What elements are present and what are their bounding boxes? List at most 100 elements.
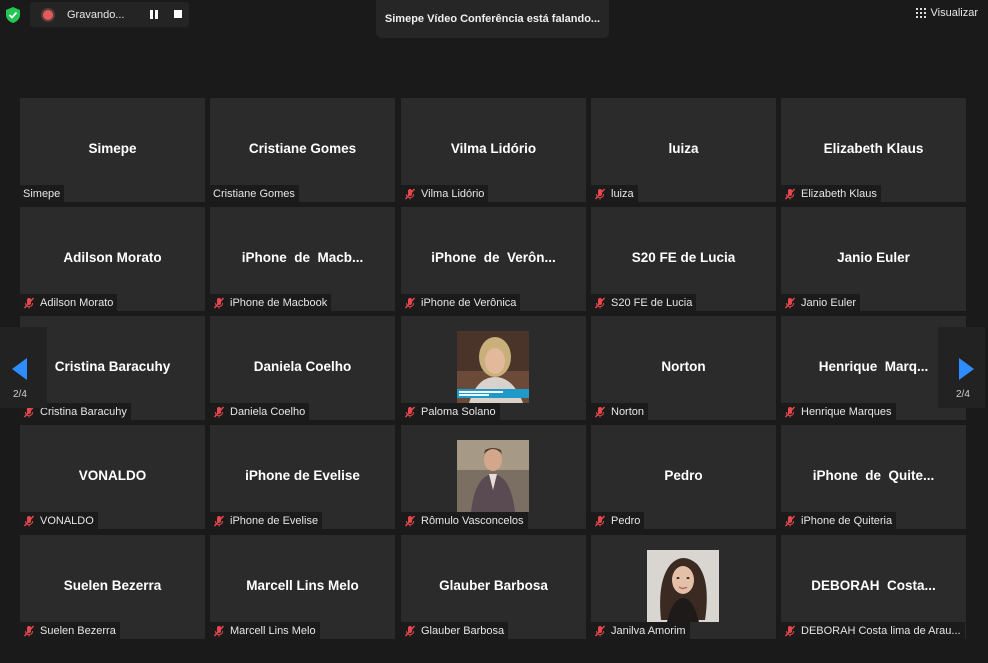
participant-label-text: Simepe: [23, 187, 61, 200]
participant-label-text: Cristiane Gomes: [213, 187, 295, 200]
participant-name-label: Janilva Amorim: [591, 622, 690, 639]
participant-name-label: iPhone de Evelise: [210, 512, 323, 529]
participant-display-name: Daniela Coelho: [253, 359, 352, 374]
participant-label-text: Paloma Solano: [421, 405, 496, 418]
participant-tile[interactable]: Adilson Morato Adilson Morato: [20, 207, 205, 311]
participant-name-label: Adilson Morato: [20, 294, 118, 311]
participant-display-name: Adilson Morato: [63, 250, 162, 265]
participant-label-text: Janilva Amorim: [611, 624, 686, 637]
participant-tile[interactable]: Janio Euler Janio Euler: [781, 207, 966, 311]
participant-tile[interactable]: Rômulo Vasconcelos: [401, 425, 586, 529]
participant-avatar: [457, 331, 529, 403]
participant-display-name: Cristiane Gomes: [248, 141, 357, 156]
participant-name-label: Glauber Barbosa: [401, 622, 509, 639]
participant-tile[interactable]: iPhone de Verôn... iPhone de Verônica: [401, 207, 586, 311]
participant-tile[interactable]: Marcell Lins Melo Marcell Lins Melo: [210, 535, 395, 639]
participant-tile[interactable]: S20 FE de Lucia S20 FE de Lucia: [591, 207, 776, 311]
participant-tile[interactable]: iPhone de Quite... iPhone de Quiteria: [781, 425, 966, 529]
participant-label-text: Glauber Barbosa: [421, 624, 505, 637]
security-shield-icon[interactable]: [6, 7, 20, 23]
participant-tile[interactable]: Daniela Coelho Daniela Coelho: [210, 316, 395, 420]
muted-mic-icon: [784, 625, 796, 637]
participant-tile[interactable]: Suelen Bezerra Suelen Bezerra: [20, 535, 205, 639]
muted-mic-icon: [404, 625, 416, 637]
participant-display-name: Vilma Lidório: [450, 141, 537, 156]
participant-display-name: Norton: [661, 359, 706, 374]
participant-name-label: luiza: [591, 185, 638, 202]
participant-label-text: iPhone de Quiteria: [801, 514, 893, 527]
participant-label-text: Suelen Bezerra: [40, 624, 116, 637]
muted-mic-icon: [23, 625, 35, 637]
participant-display-name: luiza: [668, 141, 699, 156]
participant-display-name: iPhone de Quite...: [812, 468, 935, 483]
participant-tile[interactable]: Norton Norton: [591, 316, 776, 420]
participant-tile[interactable]: DEBORAH Costa... DEBORAH Costa lima de Ar…: [781, 535, 966, 639]
participant-label-text: Adilson Morato: [40, 296, 114, 309]
participant-label-text: Rômulo Vasconcelos: [421, 514, 524, 527]
participant-label-text: Norton: [611, 405, 645, 418]
participant-display-name: VONALDO: [78, 468, 147, 483]
participant-tile[interactable]: luiza luiza: [591, 98, 776, 202]
participant-label-text: DEBORAH Costa lima de Arau...: [801, 624, 961, 637]
participant-tile[interactable]: Elizabeth Klaus Elizabeth Klaus: [781, 98, 966, 202]
muted-mic-icon: [594, 188, 606, 200]
page-indicator-right: 2/4: [956, 389, 970, 400]
participant-label-text: Pedro: [611, 514, 641, 527]
participant-name-label: iPhone de Verônica: [401, 294, 521, 311]
participant-tile[interactable]: Cristina Baracuhy Cristina Baracuhy: [20, 316, 205, 420]
participant-tile[interactable]: iPhone de Macb... iPhone de Macbook: [210, 207, 395, 311]
participant-tile[interactable]: Pedro Pedro: [591, 425, 776, 529]
muted-mic-icon: [784, 515, 796, 527]
participant-display-name: S20 FE de Lucia: [631, 250, 736, 265]
participant-label-text: Marcell Lins Melo: [230, 624, 316, 637]
participant-tile[interactable]: Cristiane Gomes Cristiane Gomes: [210, 98, 395, 202]
participant-label-text: iPhone de Macbook: [230, 296, 328, 309]
participant-name-label: Simepe: [20, 185, 65, 202]
participant-label-text: VONALDO: [40, 514, 94, 527]
participant-name-label: Daniela Coelho: [210, 403, 310, 420]
view-button-label: Visualizar: [930, 7, 979, 19]
participant-name-label: VONALDO: [20, 512, 98, 529]
participant-tile[interactable]: Glauber Barbosa Glauber Barbosa: [401, 535, 586, 639]
participant-tile[interactable]: VONALDO VONALDO: [20, 425, 205, 529]
participant-tile[interactable]: Simepe Simepe: [20, 98, 205, 202]
participant-tile[interactable]: Vilma Lidório Vilma Lidório: [401, 98, 586, 202]
participant-label-text: Cristina Baracuhy: [40, 405, 127, 418]
participant-label-text: luiza: [611, 187, 634, 200]
participant-name-label: Janio Euler: [781, 294, 861, 311]
participant-display-name: iPhone de Evelise: [245, 468, 360, 483]
stop-recording-button[interactable]: [174, 10, 182, 18]
muted-mic-icon: [213, 625, 225, 637]
participant-name-label: Suelen Bezerra: [20, 622, 120, 639]
pause-recording-button[interactable]: [150, 10, 159, 19]
participant-tile[interactable]: Janilva Amorim: [591, 535, 776, 639]
next-page-button[interactable]: 2/4: [938, 327, 985, 408]
view-button[interactable]: Visualizar: [915, 7, 979, 19]
muted-mic-icon: [404, 406, 416, 418]
participant-avatar: [647, 550, 719, 622]
participant-name-label: iPhone de Quiteria: [781, 512, 897, 529]
active-speaker-banner: Simepe Vídeo Conferência está falando...: [376, 0, 609, 38]
muted-mic-icon: [594, 297, 606, 309]
participant-name-label: S20 FE de Lucia: [591, 294, 697, 311]
muted-mic-icon: [784, 406, 796, 418]
participant-name-label: Elizabeth Klaus: [781, 185, 881, 202]
participant-name-label: Cristiane Gomes: [210, 185, 299, 202]
participant-name-label: Rômulo Vasconcelos: [401, 512, 528, 529]
participant-display-name: Marcell Lins Melo: [246, 578, 359, 593]
participant-display-name: Suelen Bezerra: [63, 578, 162, 593]
arrow-right-icon: [959, 358, 974, 380]
participant-tile[interactable]: Paloma Solano: [401, 316, 586, 420]
participant-name-label: Pedro: [591, 512, 645, 529]
participant-display-name: Glauber Barbosa: [439, 578, 548, 593]
muted-mic-icon: [213, 297, 225, 309]
participant-label-text: Vilma Lidório: [421, 187, 485, 200]
participant-name-label: Norton: [591, 403, 649, 420]
participant-display-name: DEBORAH Costa...: [811, 578, 936, 593]
participant-label-text: Henrique Marques: [801, 405, 892, 418]
recording-dot-icon: [43, 9, 53, 20]
participant-tile[interactable]: iPhone de Evelise iPhone de Evelise: [210, 425, 395, 529]
muted-mic-icon: [23, 297, 35, 309]
previous-page-button[interactable]: 2/4: [0, 327, 47, 408]
participant-label-text: Janio Euler: [801, 296, 857, 309]
